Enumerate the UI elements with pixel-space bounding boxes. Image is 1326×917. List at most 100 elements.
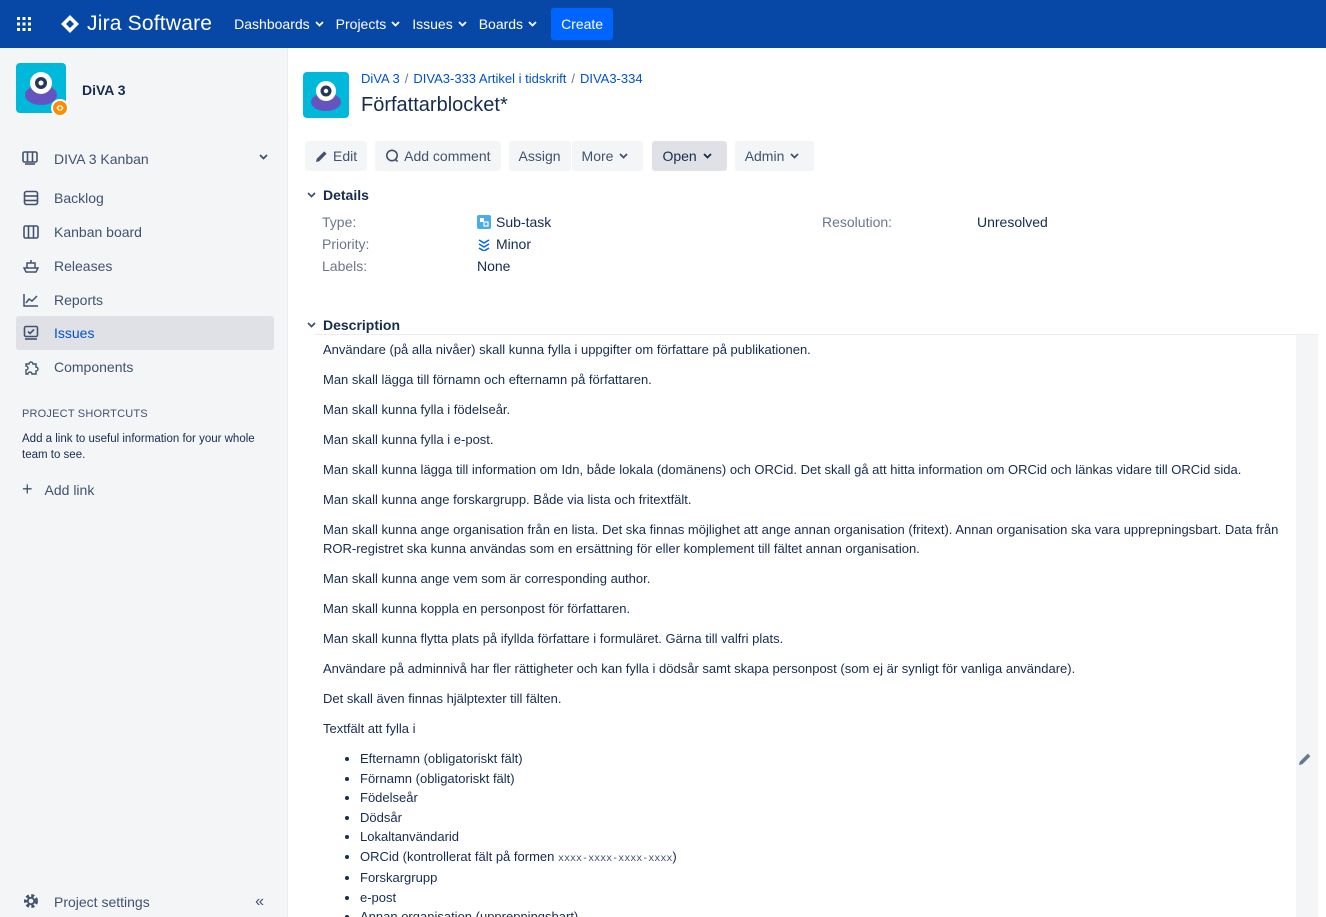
action-button-group: Assign More [508, 141, 645, 171]
backlog-icon [22, 189, 40, 207]
priority-label: Priority: [322, 236, 370, 252]
priority-value-text: Minor [496, 236, 532, 252]
project-avatar-icon [16, 63, 69, 117]
sidebar-item-label: Kanban board [54, 224, 142, 240]
project-header[interactable]: DiVA 3 [16, 63, 126, 117]
nav-issues[interactable]: Issues [406, 8, 472, 40]
project-shortcuts-description: Add a link to useful information for you… [22, 433, 255, 461]
sidebar-item-kanban-board[interactable]: Kanban board [16, 215, 274, 249]
chevron-down-icon [619, 153, 629, 159]
project-settings-label: Project settings [54, 894, 150, 910]
issue-header: DiVA 3 / DIVA3-333 Artikel i tidskrift /… [303, 68, 643, 118]
issues-icon [22, 324, 40, 342]
labels-value[interactable]: None [477, 258, 510, 274]
description-paragraph: Användare på adminnivå har fler rättighe… [323, 661, 1076, 676]
list-item: Forskargrupp [360, 868, 1296, 888]
field-list: Efternamn (obligatoriskt fält) Förnamn (… [324, 749, 1296, 917]
list-item: Förnamn (obligatoriskt fält) [360, 769, 1296, 789]
description-paragraph: Man skall kunna ange organisation från e… [323, 522, 1279, 556]
chevron-down-icon [307, 192, 316, 198]
sidebar-item-label: Releases [54, 258, 113, 274]
edit-label: Edit [333, 148, 358, 164]
description-toggle[interactable]: Description [307, 317, 400, 333]
list-item: e-post [360, 888, 1296, 908]
chevron-down-icon [458, 21, 467, 27]
type-value-text: Sub-task [496, 214, 552, 230]
admin-button[interactable]: Admin [734, 141, 815, 171]
breadcrumb-issue-key[interactable]: DIVA3-334 [580, 71, 643, 86]
add-comment-label: Add comment [404, 148, 491, 164]
description-paragraph: Det skall även finnas hjälptexter till f… [323, 691, 562, 706]
ship-icon [22, 257, 40, 275]
list-item: Efternamn (obligatoriskt fält) [360, 749, 1296, 769]
chevron-down-icon [307, 322, 316, 328]
list-item: ORCid (kontrollerat fält på formen xxxx-… [360, 847, 1296, 869]
project-sidebar: DiVA 3 DIVA 3 Kanban Backlog Kanban boar… [0, 48, 288, 917]
status-label: Open [662, 148, 697, 164]
sidebar-item-backlog[interactable]: Backlog [16, 181, 274, 215]
breadcrumb-parent-issue[interactable]: DIVA3-333 Artikel i tidskrift [413, 71, 566, 86]
resolution-label: Resolution: [822, 214, 893, 230]
description-paragraph: Man skall kunna fylla i e-post. [323, 432, 494, 447]
status-button[interactable]: Open [652, 141, 727, 171]
priority-value[interactable]: Minor [477, 236, 531, 252]
more-button[interactable]: More [571, 141, 644, 171]
description-paragraph: Man skall kunna flytta plats på ifyllda … [323, 631, 784, 646]
assign-button[interactable]: Assign [508, 141, 571, 171]
list-item: Annan organisation (upprepningsbart) [360, 907, 1296, 917]
comment-icon [386, 149, 399, 163]
pencil-icon[interactable] [1298, 752, 1312, 766]
sidebar-item-issues[interactable]: Issues [16, 316, 274, 350]
nav-boards[interactable]: Boards [473, 8, 543, 40]
project-settings-link[interactable]: Project settings « [22, 890, 274, 914]
orcid-prefix: ORCid (kontrollerat fält på formen [360, 848, 558, 864]
add-link-button[interactable]: + Add link [22, 479, 94, 500]
details-toggle[interactable]: Details [307, 187, 369, 203]
subtask-icon [477, 215, 491, 229]
board-selector[interactable]: DIVA 3 Kanban [16, 144, 274, 174]
type-label: Type: [322, 214, 357, 230]
description-paragraph: Man skall kunna ange vem som är correspo… [323, 571, 651, 586]
top-navigation: Jira Software Dashboards Projects Issues… [0, 0, 1326, 48]
orcid-suffix: ) [672, 848, 677, 864]
sidebar-item-label: Issues [54, 325, 95, 341]
list-item: Lokaltanvändarid [360, 827, 1296, 847]
product-name: Jira Software [87, 12, 213, 35]
resolution-value: Unresolved [977, 214, 1048, 230]
chevron-down-icon [528, 21, 537, 27]
jira-logo-icon [61, 15, 79, 33]
description-edit-strip[interactable] [1296, 335, 1318, 917]
sidebar-item-components[interactable]: Components [16, 350, 274, 384]
nav-projects[interactable]: Projects [330, 8, 407, 40]
chevron-down-icon [315, 21, 324, 27]
sidebar-item-label: Components [54, 359, 134, 375]
chevron-down-icon [259, 154, 268, 160]
labels-label: Labels: [322, 258, 368, 274]
edit-button[interactable]: Edit [305, 141, 368, 171]
orcid-format: xxxx-xxxx-xxxx-xxxx [557, 852, 673, 864]
jira-logo[interactable]: Jira Software [60, 12, 212, 36]
app-switcher-button[interactable] [0, 0, 48, 48]
sidebar-item-reports[interactable]: Reports [16, 283, 274, 317]
issue-toolbar: Edit Add comment Assign More Open Admin [305, 141, 822, 171]
nav-projects-label: Projects [335, 16, 387, 32]
board-selector-label: DIVA 3 Kanban [54, 151, 149, 167]
collapse-sidebar-button[interactable]: « [255, 893, 264, 911]
pencil-icon [316, 150, 327, 162]
chart-icon [22, 291, 40, 309]
add-comment-button[interactable]: Add comment [375, 141, 501, 171]
details-row-labels: Labels: None [322, 258, 1322, 280]
sidebar-item-releases[interactable]: Releases [16, 249, 274, 283]
description-paragraph: Man skall lägga till förnamn och efterna… [323, 372, 652, 387]
breadcrumb-project[interactable]: DiVA 3 [361, 71, 400, 86]
create-button[interactable]: Create [551, 8, 614, 40]
nav-dashboards[interactable]: Dashboards [228, 8, 330, 40]
details-heading: Details [323, 187, 369, 203]
project-avatar-icon[interactable] [303, 72, 349, 118]
description-content[interactable]: Användare (på alla nivåer) skall kunna f… [314, 334, 1296, 917]
type-value[interactable]: Sub-task [477, 214, 551, 230]
issue-summary[interactable]: Författarblocket* [361, 94, 643, 117]
details-row-type: Type: Sub-task Resolution: Unresolved [322, 214, 1322, 236]
sidebar-item-label: Reports [54, 292, 104, 308]
description-paragraph: Man skall kunna lägga till information o… [323, 462, 1242, 477]
